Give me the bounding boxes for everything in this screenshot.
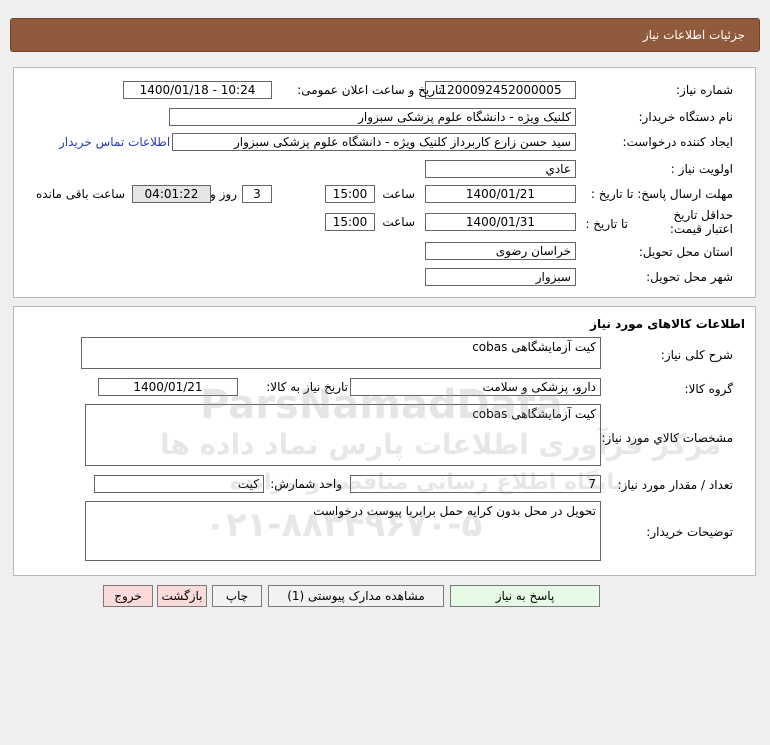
back-button[interactable]: بازگشت [157, 585, 207, 607]
qty-label: تعداد / مقدار مورد نیاز: [617, 478, 733, 492]
deadline-label: مهلت ارسال پاسخ: تا تاریخ : [590, 187, 733, 201]
unit-field: کیت [94, 475, 264, 493]
deadline-time-field: 15:00 [325, 185, 375, 203]
days-field: 3 [242, 185, 272, 203]
remaining-time-field: 04:01:22 [132, 185, 211, 203]
buyer-notes-label: توضیحات خریدار: [646, 525, 733, 539]
spec-label: مشخصات کالاي مورد نیاز: [601, 431, 733, 445]
province-label: استان محل تحویل: [638, 245, 733, 259]
page-header: جزئیات اطلاعات نیاز [10, 18, 760, 52]
reply-button[interactable]: پاسخ به نیاز [450, 585, 600, 607]
goods-panel: اطلاعات کالاهای مورد نیاز شرح کلی نیاز: … [13, 306, 756, 576]
priority-label: اولویت نیاز : [670, 162, 733, 176]
need-date-field: 1400/01/21 [98, 378, 238, 396]
announce-field: 1400/01/18 - 10:24 [123, 81, 272, 99]
print-button[interactable]: چاپ [212, 585, 262, 607]
view-attachments-button[interactable]: مشاهده مدارک پیوستی (1) [268, 585, 444, 607]
exit-button[interactable]: خروج [103, 585, 153, 607]
validity-label: حداقل تاریخ اعتبار قیمت: [669, 208, 733, 236]
deadline-date-field: 1400/01/21 [425, 185, 576, 203]
city-field: سبزوار [425, 268, 576, 286]
validity-date-field: 1400/01/31 [425, 213, 576, 231]
buyer-org-label: نام دستگاه خریدار: [638, 110, 734, 124]
validity-time-field: 15:00 [325, 213, 375, 231]
announce-label: تاریخ و ساعت اعلان عمومی: [297, 83, 442, 97]
need-info-panel: شماره نیاز: 1200092452000005 تاریخ و ساع… [13, 67, 756, 298]
priority-field: عادي [425, 160, 576, 178]
requester-label: ایجاد کننده درخواست: [622, 135, 733, 149]
goods-group-field: دارو، پزشکی و سلامت [350, 378, 601, 396]
validity-time-label: ساعت [382, 215, 415, 229]
goods-group-label: گروه کالا: [684, 382, 734, 396]
need-number-label: شماره نیاز: [676, 83, 733, 97]
buyer-notes-field: تحویل در محل بدون کرایه حمل برابربا پیوس… [85, 501, 601, 561]
province-field: خراسان رضوی [425, 242, 576, 260]
qty-field: 7 [350, 475, 601, 493]
requester-field: سید حسن زارع کاربرداز کلنیک ویژه - دانشگ… [172, 133, 576, 151]
spec-field: کیت آزمایشگاهی cobas [85, 404, 601, 466]
page-title: جزئیات اطلاعات نیاز [642, 28, 745, 42]
deadline-time-label: ساعت [382, 187, 415, 201]
general-desc-label: شرح کلی نیاز: [660, 348, 733, 362]
buyer-contact-link[interactable]: اطلاعات تماس خریدار [59, 135, 170, 149]
need-number-field: 1200092452000005 [425, 81, 576, 99]
buyer-org-field: کلنیک ویژه - دانشگاه علوم پزشکی سبزوار [169, 108, 576, 126]
general-desc-field: کیت آزمایشگاهی cobas [81, 337, 601, 369]
city-label: شهر محل تحویل: [646, 270, 733, 284]
validity-to-label: تا تاریخ : [585, 217, 628, 231]
remaining-label: ساعت باقی مانده [35, 187, 125, 201]
need-date-label: تاریخ نیاز به کالا: [266, 380, 348, 394]
days-label: روز و [210, 187, 237, 201]
unit-label: واحد شمارش: [270, 477, 342, 491]
goods-section-title: اطلاعات کالاهای مورد نیاز [590, 317, 745, 331]
